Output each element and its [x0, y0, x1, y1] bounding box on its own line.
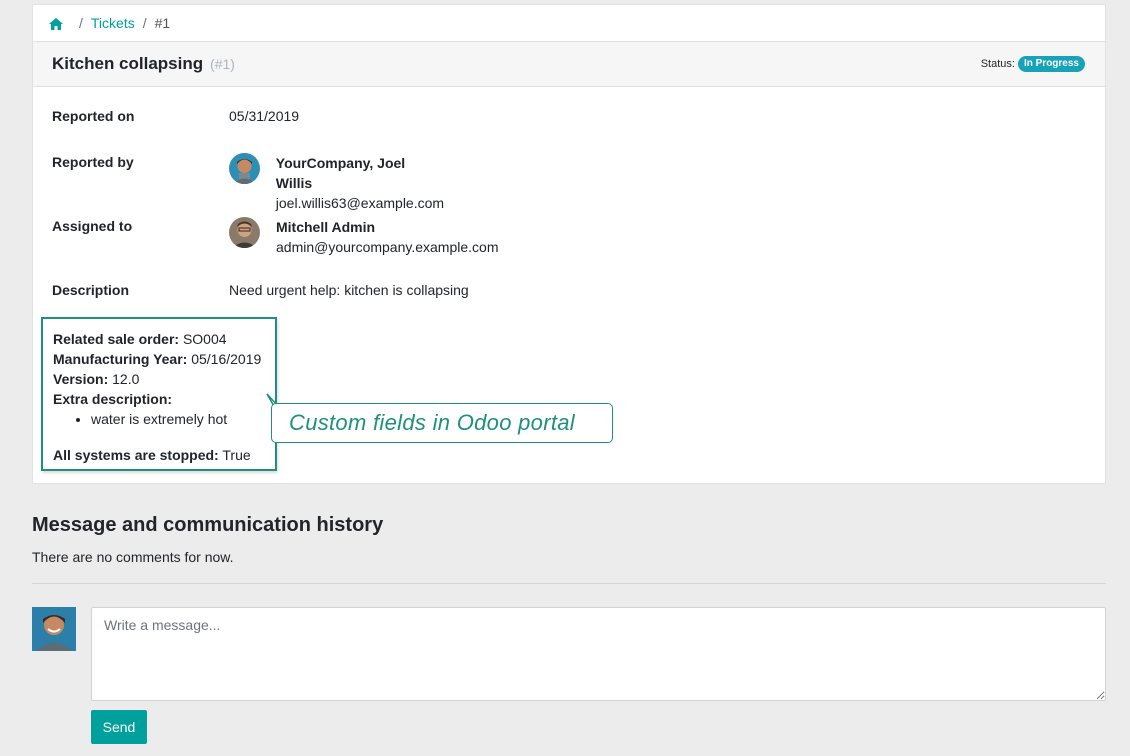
status-label: Status: [980, 58, 1015, 70]
systems-stopped-field: All systems are stopped: True [53, 445, 275, 465]
reported-by-label: Reported by [52, 154, 134, 170]
mfg-year-label: Manufacturing Year: [53, 351, 188, 367]
status-badge: In Progress [1017, 56, 1085, 72]
custom-fields-box: Related sale order: SO004 Manufacturing … [41, 317, 277, 471]
status-wrap: Status: In Progress [981, 56, 1085, 72]
description-label: Description [52, 282, 130, 298]
description-value: Need urgent help: kitchen is collapsing [229, 282, 469, 298]
avatar [229, 153, 260, 184]
reported-by-person: YourCompany, Joel Willis joel.willis63@e… [229, 153, 444, 213]
breadcrumb-tickets-link[interactable]: Tickets [91, 15, 135, 31]
systems-stopped-value: True [222, 447, 251, 463]
extra-description-label: Extra description: [53, 391, 173, 407]
ticket-title-wrap: Kitchen collapsing (#1) [52, 54, 235, 74]
send-button[interactable]: Send [91, 710, 147, 744]
breadcrumb-separator: / [142, 15, 147, 31]
composer-avatar [32, 607, 76, 651]
sale-order-field: Related sale order: SO004 [53, 329, 275, 349]
home-icon[interactable] [49, 17, 63, 30]
assigned-to-name: Mitchell Admin [276, 219, 376, 235]
reported-by-details: YourCompany, Joel Willis joel.willis63@e… [276, 153, 445, 213]
version-value: 12.0 [112, 371, 140, 387]
avatar [229, 217, 260, 248]
assigned-to-person: Mitchell Admin admin@yourcompany.example… [229, 217, 499, 257]
reported-on-value: 05/31/2019 [229, 108, 300, 124]
assigned-to-details: Mitchell Admin admin@yourcompany.example… [276, 217, 499, 257]
version-label: Version: [53, 371, 109, 387]
mfg-year-value: 05/16/2019 [191, 351, 262, 367]
extra-description-list: water is extremely hot [91, 409, 275, 429]
annotation-callout: Custom fields in Odoo portal [271, 403, 613, 443]
breadcrumb-current: #1 [154, 15, 171, 31]
reported-on-label: Reported on [52, 108, 135, 124]
assigned-to-label: Assigned to [52, 218, 133, 234]
ticket-header: Kitchen collapsing (#1) Status: In Progr… [33, 42, 1105, 87]
sale-order-value: SO004 [182, 331, 227, 347]
systems-stopped-label: All systems are stopped: [53, 447, 219, 463]
breadcrumb-separator: / [79, 15, 83, 31]
list-item: water is extremely hot [91, 409, 275, 429]
sale-order-label: Related sale order: [53, 331, 180, 347]
message-input[interactable] [91, 607, 1106, 701]
ticket-ref: (#1) [210, 56, 235, 72]
annotation-callout-text: Custom fields in Odoo portal [289, 410, 575, 435]
divider [32, 583, 1106, 584]
history-empty-text: There are no comments for now. [32, 549, 234, 565]
assigned-to-email: admin@yourcompany.example.com [276, 239, 499, 255]
version-field: Version: 12.0 [53, 369, 275, 389]
mfg-year-field: Manufacturing Year: 05/16/2019 [53, 349, 275, 369]
reported-by-email: joel.willis63@example.com [275, 195, 445, 211]
breadcrumb: / Tickets / #1 [33, 5, 1105, 42]
extra-description-field: Extra description: water is extremely ho… [53, 389, 275, 429]
reported-by-name: YourCompany, Joel Willis [275, 155, 406, 191]
ticket-title: Kitchen collapsing [52, 54, 204, 73]
history-title: Message and communication history [32, 514, 384, 536]
